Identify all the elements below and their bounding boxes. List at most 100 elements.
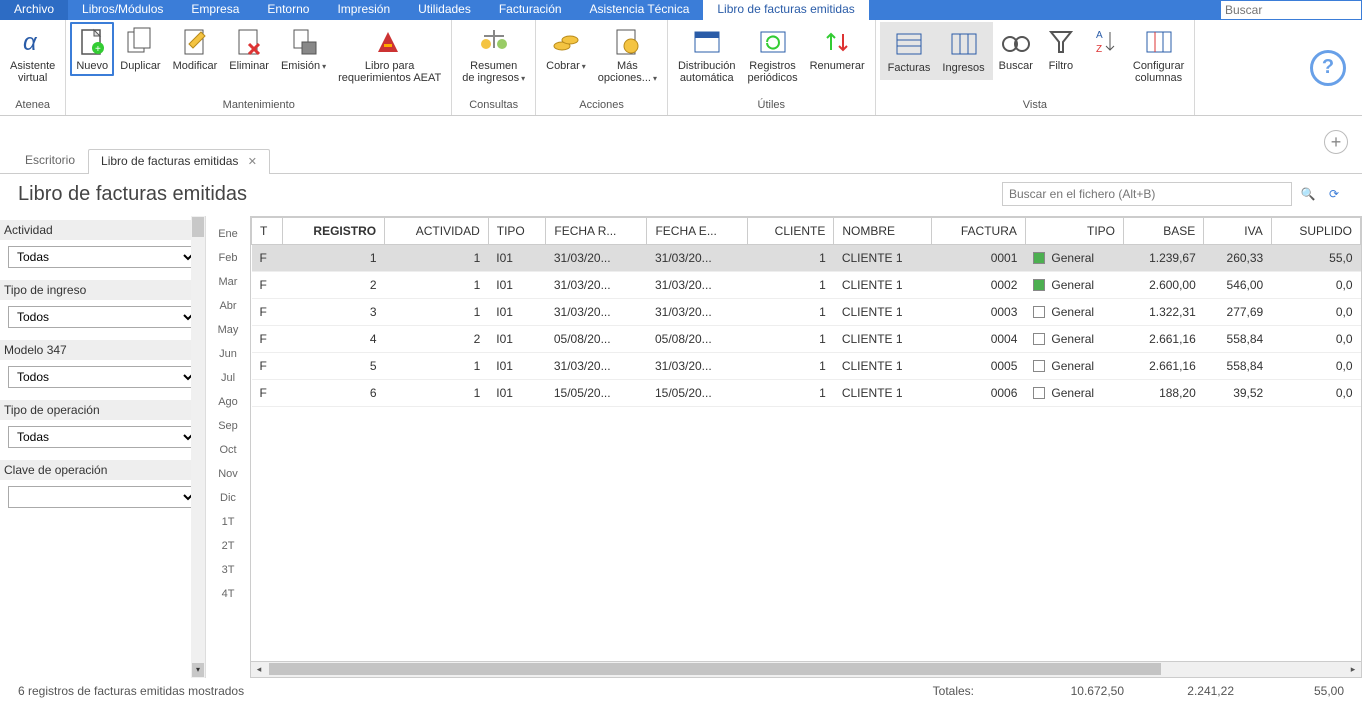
menu-facturacion[interactable]: Facturación	[485, 0, 576, 20]
month-4t[interactable]: 4T	[206, 582, 250, 606]
grid-scroll[interactable]: TREGISTROACTIVIDADTIPOFECHA R...FECHA E.…	[250, 216, 1362, 662]
cell-tipoc: General	[1025, 299, 1123, 326]
scroll-left-icon[interactable]: ◂	[251, 662, 267, 676]
eliminar-button[interactable]: Eliminar	[223, 22, 275, 76]
configurar-columnas-button[interactable]: Configurar columnas	[1127, 22, 1190, 88]
cell-base: 1.322,31	[1124, 299, 1204, 326]
tab-libro-facturas[interactable]: Libro de facturas emitidas ✕	[88, 149, 270, 174]
menu-entorno[interactable]: Entorno	[253, 0, 323, 20]
cell-factura: 0002	[932, 272, 1025, 299]
ingresos-view-button[interactable]: Ingresos	[936, 24, 990, 78]
month-2t[interactable]: 2T	[206, 534, 250, 558]
col-suplido[interactable]: SUPLIDO	[1271, 218, 1360, 245]
registros-periodicos-button[interactable]: Registros periódicos	[741, 22, 803, 88]
table-row[interactable]: F11I0131/03/20...31/03/20...1CLIENTE 100…	[252, 245, 1361, 272]
month-sep[interactable]: Sep	[206, 414, 250, 438]
cell-t: F	[252, 272, 283, 299]
month-nov[interactable]: Nov	[206, 462, 250, 486]
cell-iva: 277,69	[1204, 299, 1271, 326]
cobrar-button[interactable]: Cobrar▾	[540, 22, 592, 76]
menu-empresa[interactable]: Empresa	[177, 0, 253, 20]
close-icon[interactable]: ✕	[248, 156, 257, 168]
month-dic[interactable]: Dic	[206, 486, 250, 510]
asistente-virtual-button[interactable]: α Asistente virtual	[4, 22, 61, 88]
month-may[interactable]: May	[206, 318, 250, 342]
table-row[interactable]: F21I0131/03/20...31/03/20...1CLIENTE 100…	[252, 272, 1361, 299]
sort-button[interactable]: AZ	[1083, 22, 1127, 64]
grid-area: TREGISTROACTIVIDADTIPOFECHA R...FECHA E.…	[250, 216, 1362, 678]
cell-fechar: 31/03/20...	[546, 353, 647, 380]
buscar-button[interactable]: Buscar	[993, 22, 1039, 76]
filter-tipo-ingreso-select[interactable]: Todos	[8, 306, 197, 328]
menu-archivo[interactable]: Archivo	[0, 0, 68, 20]
mas-opciones-button[interactable]: Más opciones...▾	[592, 22, 663, 88]
table-row[interactable]: F61I0115/05/20...15/05/20...1CLIENTE 100…	[252, 380, 1361, 407]
scroll-down-icon[interactable]: ▾	[192, 663, 204, 677]
menu-asistencia[interactable]: Asistencia Técnica	[576, 0, 704, 20]
col-factura[interactable]: FACTURA	[932, 218, 1025, 245]
menu-impresion[interactable]: Impresión	[323, 0, 404, 20]
menu-libros[interactable]: Libros/Módulos	[68, 0, 177, 20]
month-ago[interactable]: Ago	[206, 390, 250, 414]
month-1t[interactable]: 1T	[206, 510, 250, 534]
search-icon[interactable]: 🔍	[1298, 187, 1318, 201]
group-label-acciones: Acciones	[540, 97, 663, 115]
col-registro[interactable]: REGISTRO	[283, 218, 385, 245]
month-mar[interactable]: Mar	[206, 270, 250, 294]
scroll-thumb[interactable]	[192, 217, 204, 237]
table-row[interactable]: F31I0131/03/20...31/03/20...1CLIENTE 100…	[252, 299, 1361, 326]
emision-button[interactable]: Emisión▾	[275, 22, 332, 76]
table-row[interactable]: F42I0105/08/20...05/08/20...1CLIENTE 100…	[252, 326, 1361, 353]
col-iva[interactable]: IVA	[1204, 218, 1271, 245]
month-oct[interactable]: Oct	[206, 438, 250, 462]
col-nombre[interactable]: NOMBRE	[834, 218, 932, 245]
cell-fechar: 05/08/20...	[546, 326, 647, 353]
col-fechar[interactable]: FECHA R...	[546, 218, 647, 245]
table-row[interactable]: F51I0131/03/20...31/03/20...1CLIENTE 100…	[252, 353, 1361, 380]
filtro-button[interactable]: Filtro	[1039, 22, 1083, 76]
sidebar-scrollbar[interactable]: ▾	[191, 216, 205, 678]
col-tipo[interactable]: TIPO	[1025, 218, 1123, 245]
add-circle-button[interactable]: +	[1324, 130, 1348, 154]
filter-actividad-select[interactable]: Todas	[8, 246, 197, 268]
col-tipo[interactable]: TIPO	[488, 218, 546, 245]
nuevo-label: Nuevo	[76, 60, 108, 72]
nuevo-button[interactable]: + Nuevo	[70, 22, 114, 76]
month-jul[interactable]: Jul	[206, 366, 250, 390]
hscroll-thumb[interactable]	[269, 663, 1161, 675]
help-icon[interactable]: ?	[1310, 50, 1346, 86]
libro-aeat-button[interactable]: Libro para requerimientos AEAT	[332, 22, 447, 88]
menu-utilidades[interactable]: Utilidades	[404, 0, 485, 20]
col-base[interactable]: BASE	[1124, 218, 1204, 245]
month-3t[interactable]: 3T	[206, 558, 250, 582]
renumerar-button[interactable]: Renumerar	[804, 22, 871, 76]
col-fechae[interactable]: FECHA E...	[647, 218, 747, 245]
menu-active-tab[interactable]: Libro de facturas emitidas	[703, 0, 868, 20]
tab-escritorio[interactable]: Escritorio	[12, 148, 88, 173]
record-search-input[interactable]	[1002, 182, 1292, 206]
filter-clave-operacion-select[interactable]	[8, 486, 197, 508]
col-actividad[interactable]: ACTIVIDAD	[385, 218, 489, 245]
filtro-label: Filtro	[1049, 60, 1073, 72]
col-cliente[interactable]: CLIENTE	[747, 218, 834, 245]
distribucion-button[interactable]: Distribución automática	[672, 22, 741, 88]
filter-tipo-operacion-select[interactable]: Todas	[8, 426, 197, 448]
ribbon: α Asistente virtual Atenea + Nuevo Dupli…	[0, 20, 1362, 116]
modificar-button[interactable]: Modificar	[167, 22, 224, 76]
resumen-ingresos-button[interactable]: Resumen de ingresos▾	[456, 22, 531, 88]
month-feb[interactable]: Feb	[206, 246, 250, 270]
filter-modelo347: Modelo 347 Todos	[0, 336, 205, 396]
month-jun[interactable]: Jun	[206, 342, 250, 366]
tipo-swatch-icon	[1033, 252, 1045, 264]
global-search-input[interactable]	[1221, 1, 1361, 19]
col-t[interactable]: T	[252, 218, 283, 245]
duplicar-button[interactable]: Duplicar	[114, 22, 166, 76]
month-ene[interactable]: Ene	[206, 222, 250, 246]
month-abr[interactable]: Abr	[206, 294, 250, 318]
refresh-icon[interactable]: ⟳	[1324, 187, 1344, 201]
filter-modelo347-select[interactable]: Todos	[8, 366, 197, 388]
modificar-label: Modificar	[173, 60, 218, 72]
facturas-view-button[interactable]: Facturas	[882, 24, 937, 78]
grid-hscrollbar[interactable]: ◂ ▸	[250, 662, 1362, 678]
scroll-right-icon[interactable]: ▸	[1345, 662, 1361, 676]
